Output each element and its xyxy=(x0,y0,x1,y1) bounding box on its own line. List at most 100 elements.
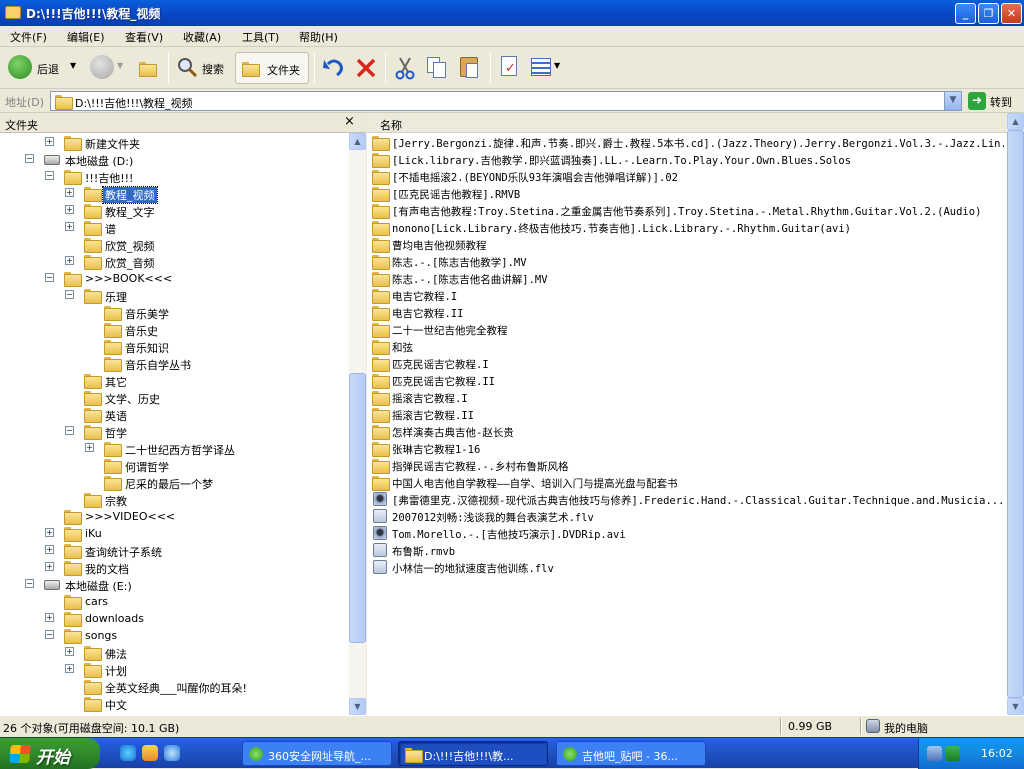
file-list-item[interactable]: 电吉它教程.II xyxy=(372,304,1004,321)
collapse-icon[interactable]: − xyxy=(45,171,54,180)
expand-icon[interactable]: + xyxy=(45,613,54,622)
views-button[interactable]: ▼ xyxy=(528,52,564,84)
cut-button[interactable] xyxy=(391,52,419,84)
folders-button[interactable]: 文件夹 xyxy=(235,52,309,84)
tree-item[interactable]: cars xyxy=(0,593,349,610)
tree-item[interactable]: 英语 xyxy=(0,406,349,423)
chevron-down-icon[interactable]: ▼ xyxy=(70,61,76,70)
expand-icon[interactable]: + xyxy=(45,137,54,146)
forward-button[interactable]: ▼ xyxy=(88,52,126,84)
tree-item[interactable]: − 本地磁盘 (D:) xyxy=(0,151,349,168)
file-list-item[interactable]: 摇滚吉它教程.I xyxy=(372,389,1004,406)
tree-item[interactable]: 音乐自学丛书 xyxy=(0,355,349,372)
properties-button[interactable]: ✓ xyxy=(496,52,524,84)
tree-item[interactable]: + 教程_文字 xyxy=(0,202,349,219)
quick-launch-browser-icon[interactable] xyxy=(164,745,180,761)
go-button[interactable]: ➜ 转到 xyxy=(966,91,1022,111)
expand-icon[interactable]: + xyxy=(85,443,94,452)
quick-launch-app-icon[interactable] xyxy=(142,745,158,761)
expand-icon[interactable]: + xyxy=(45,545,54,554)
expand-icon[interactable]: + xyxy=(45,562,54,571)
expand-icon[interactable]: + xyxy=(65,188,74,197)
network-icon[interactable] xyxy=(927,746,942,761)
tree-item[interactable]: + 教程_视频 xyxy=(0,185,349,204)
scroll-thumb[interactable] xyxy=(349,373,366,643)
tree-item[interactable]: 宗教 xyxy=(0,491,349,508)
delete-button[interactable] xyxy=(352,52,380,84)
tree-item[interactable]: + 谱 xyxy=(0,219,349,236)
chevron-down-icon[interactable]: ▼ xyxy=(117,61,123,70)
collapse-icon[interactable]: − xyxy=(65,290,74,299)
collapse-icon[interactable]: − xyxy=(65,426,74,435)
address-input[interactable]: D:\!!!吉他!!!\教程_视频 ▼ xyxy=(50,91,962,111)
close-button[interactable]: ✕ xyxy=(1001,3,1022,24)
collapse-icon[interactable]: − xyxy=(25,579,34,588)
file-list-item[interactable]: 摇滚吉它教程.II xyxy=(372,406,1004,423)
scroll-thumb[interactable] xyxy=(1007,130,1024,698)
address-dropdown-button[interactable]: ▼ xyxy=(944,92,961,110)
tree-item[interactable]: 音乐知识 xyxy=(0,338,349,355)
menu-view[interactable]: 查看(V) xyxy=(125,29,163,45)
file-list-item[interactable]: [Jerry.Bergonzi.旋律.和声.节奏.即兴.爵士.教程.5本书.cd… xyxy=(372,134,1004,151)
file-list-item[interactable]: 张琳吉它教程1-16 xyxy=(372,440,1004,457)
tree-item[interactable]: − 哲学 xyxy=(0,423,349,440)
collapse-icon[interactable]: − xyxy=(45,273,54,282)
file-list-item[interactable]: 小林信一的地狱速度吉他训练.flv xyxy=(372,559,1004,576)
file-list-item[interactable]: [匹克民谣吉他教程].RMVB xyxy=(372,185,1004,202)
tree-item[interactable]: − >>>BOOK<<< xyxy=(0,270,349,287)
collapse-icon[interactable]: − xyxy=(45,630,54,639)
file-list-item[interactable]: 指弹民谣吉它教程.-.乡村布鲁斯风格 xyxy=(372,457,1004,474)
menu-favorites[interactable]: 收藏(A) xyxy=(183,29,221,45)
file-list-item[interactable]: Tom.Morello.-.[吉他技巧演示].DVDRip.avi xyxy=(372,525,1004,542)
tree-item[interactable]: + 佛法 xyxy=(0,644,349,661)
copy-button[interactable] xyxy=(424,52,452,84)
tree-item[interactable]: + 我的文档 xyxy=(0,559,349,576)
tree-item[interactable]: + iKu xyxy=(0,525,349,542)
tree-item[interactable]: − !!!吉他!!! xyxy=(0,168,349,185)
expand-icon[interactable]: + xyxy=(45,528,54,537)
menu-tools[interactable]: 工具(T) xyxy=(242,29,279,45)
expand-icon[interactable]: + xyxy=(65,205,74,214)
scroll-down-button[interactable]: ▼ xyxy=(349,698,366,715)
file-list-item[interactable]: [有声电吉他教程:Troy.Stetina.之重金属吉他节奏系列].Troy.S… xyxy=(372,202,1004,219)
file-list-scrollbar[interactable]: ▲ ▼ xyxy=(1007,113,1024,715)
file-list-item[interactable]: 匹克民谣吉它教程.I xyxy=(372,355,1004,372)
scroll-up-button[interactable]: ▲ xyxy=(349,133,366,150)
file-list-item[interactable]: 曹均电吉他视频教程 xyxy=(372,236,1004,253)
paste-button[interactable] xyxy=(456,52,484,84)
tree-item[interactable]: 音乐美学 xyxy=(0,304,349,321)
tree-item[interactable]: + 查询统计子系统 xyxy=(0,542,349,559)
file-list-item[interactable]: [弗雷德里克.汉德视频-现代派古典吉他技巧与修养].Frederic.Hand.… xyxy=(372,491,1004,508)
maximize-button[interactable]: ❐ xyxy=(978,3,999,24)
menu-help[interactable]: 帮助(H) xyxy=(299,29,338,45)
scroll-down-button[interactable]: ▼ xyxy=(1007,698,1024,715)
file-list-item[interactable]: 陈志.-.[陈志吉他教学].MV xyxy=(372,253,1004,270)
file-list-item[interactable]: nonono[Lick.Library.终极吉他技巧.节奏吉他].Lick.Li… xyxy=(372,219,1004,236)
expand-icon[interactable]: + xyxy=(65,647,74,656)
tree-item[interactable]: 其它 xyxy=(0,372,349,389)
file-list-item[interactable]: 和弦 xyxy=(372,338,1004,355)
tree-item[interactable]: 尼采的最后一个梦 xyxy=(0,474,349,491)
tree-item[interactable]: 中文 xyxy=(0,695,349,712)
back-button[interactable]: 后退 ▼ xyxy=(6,52,82,84)
tree-item[interactable]: + 计划 xyxy=(0,661,349,678)
file-list-item[interactable]: 中国人电吉他自学教程——自学、培训入门与提高光盘与配套书 xyxy=(372,474,1004,491)
tree-item[interactable]: 欣赏_视频 xyxy=(0,236,349,253)
tree-item[interactable]: >>>VIDEO<<< xyxy=(0,508,349,525)
tree-item[interactable]: 全英文经典___叫醒你的耳朵! xyxy=(0,678,349,695)
column-header-name[interactable]: 名称 xyxy=(367,113,1007,133)
close-pane-icon[interactable]: × xyxy=(344,114,355,129)
file-list-item[interactable]: 电吉它教程.I xyxy=(372,287,1004,304)
tree-item[interactable]: 何谓哲学 xyxy=(0,457,349,474)
file-list-item[interactable]: 2007012刘畅:浅谈我的舞台表演艺术.flv xyxy=(372,508,1004,525)
expand-icon[interactable]: + xyxy=(65,222,74,231)
file-list-item[interactable]: 怎样演奏古典吉他-赵长贵 xyxy=(372,423,1004,440)
menu-file[interactable]: 文件(F) xyxy=(10,29,47,45)
tree-item[interactable]: − songs xyxy=(0,627,349,644)
tree-item[interactable]: + 欣赏_音频 xyxy=(0,253,349,270)
taskbar-button-explorer[interactable]: D:\!!!吉他!!!\教... xyxy=(398,741,548,766)
tree-item[interactable]: + 新建文件夹 xyxy=(0,134,349,151)
taskbar-button-360-browser[interactable]: 360安全网址导航_... xyxy=(242,741,392,766)
file-list-item[interactable]: [Lick.library.吉他教学.即兴蓝调独奏].LL.-.Learn.To… xyxy=(372,151,1004,168)
minimize-button[interactable]: _ xyxy=(955,3,976,24)
